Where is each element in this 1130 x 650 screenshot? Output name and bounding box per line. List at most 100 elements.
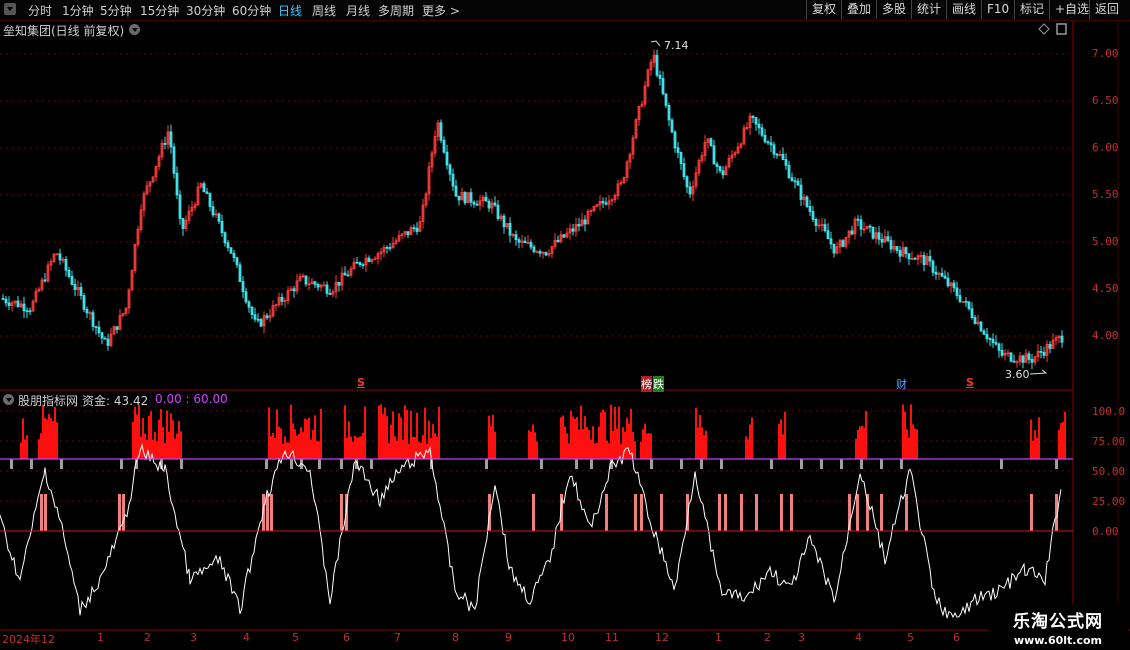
signal-bar bbox=[640, 494, 643, 531]
fund-bar bbox=[618, 406, 620, 459]
candle-body bbox=[823, 224, 827, 232]
fund-bar bbox=[164, 443, 166, 459]
fund-bar bbox=[640, 441, 642, 459]
indicator-axis-label: 25.00 bbox=[1092, 495, 1126, 508]
fund-bar bbox=[1064, 411, 1066, 459]
fund-bar bbox=[616, 428, 618, 459]
fund-bar bbox=[50, 417, 52, 459]
candle-body bbox=[850, 230, 854, 235]
fund-bar bbox=[150, 411, 152, 459]
fund-bar bbox=[908, 437, 910, 459]
candle-body bbox=[958, 295, 962, 302]
fund-bar bbox=[378, 405, 380, 459]
fund-bar bbox=[418, 441, 420, 459]
fund-bar bbox=[272, 432, 274, 459]
candle-body bbox=[361, 264, 365, 267]
fund-bar bbox=[348, 421, 350, 459]
fund-bar bbox=[646, 433, 648, 459]
fund-bar bbox=[136, 414, 138, 459]
candle-body bbox=[367, 257, 371, 263]
price-axis-label: 6.00 bbox=[1092, 141, 1119, 154]
candle-body bbox=[58, 253, 62, 261]
candle-body bbox=[781, 153, 785, 160]
date-label: 1 bbox=[97, 631, 104, 644]
gray-tick-bar bbox=[900, 459, 903, 469]
candle-body bbox=[232, 252, 236, 259]
candle-body bbox=[841, 240, 845, 247]
sell-marker-2[interactable]: S bbox=[966, 376, 974, 389]
price-axis-label: 7.00 bbox=[1092, 47, 1119, 60]
fund-bar bbox=[346, 437, 348, 459]
candlestick-series bbox=[1, 49, 1064, 370]
candle-body bbox=[259, 319, 263, 327]
finance-marker[interactable]: 财 bbox=[896, 376, 907, 392]
candle-body bbox=[571, 228, 575, 232]
candle-body bbox=[439, 122, 443, 141]
fund-bar bbox=[857, 429, 859, 459]
candle-body bbox=[415, 227, 419, 232]
fund-bar bbox=[356, 438, 358, 459]
fund-bar bbox=[410, 410, 412, 459]
candle-body bbox=[940, 272, 944, 277]
candle-body bbox=[793, 180, 797, 183]
gray-tick-bar bbox=[860, 459, 863, 469]
drop-marker[interactable]: 跌 bbox=[653, 376, 664, 392]
candle-body bbox=[904, 247, 908, 255]
candle-body bbox=[985, 333, 989, 339]
candle-body bbox=[22, 303, 26, 312]
signal-bar bbox=[634, 494, 637, 531]
date-label: 9 bbox=[505, 631, 512, 644]
candle-body bbox=[508, 222, 512, 236]
candle-body bbox=[790, 177, 794, 182]
fund-bar bbox=[1060, 423, 1062, 459]
fund-bar bbox=[54, 406, 56, 459]
candle-body bbox=[388, 247, 392, 249]
candle-body bbox=[760, 127, 764, 136]
fund-bar bbox=[380, 404, 382, 459]
price-axis-label: 6.50 bbox=[1092, 94, 1119, 107]
candle-body bbox=[1048, 343, 1052, 349]
date-label: 6 bbox=[343, 631, 350, 644]
candle-body bbox=[583, 219, 587, 225]
candle-body bbox=[226, 242, 230, 249]
fund-bar bbox=[578, 429, 580, 459]
fund-bar bbox=[38, 439, 40, 459]
gray-tick-bar bbox=[720, 459, 723, 469]
candle-body bbox=[787, 164, 791, 179]
fund-bar bbox=[406, 409, 408, 459]
candle-body bbox=[826, 230, 830, 240]
date-label: 8 bbox=[452, 631, 459, 644]
candle-body bbox=[712, 145, 716, 165]
candle-body bbox=[658, 74, 662, 79]
fund-bar bbox=[318, 441, 320, 459]
indicator-dropdown-icon[interactable] bbox=[3, 394, 14, 405]
candle-body bbox=[16, 300, 20, 308]
fund-bar bbox=[490, 426, 492, 459]
gray-tick-bar bbox=[290, 459, 293, 469]
fund-bar bbox=[705, 430, 707, 459]
chart-canvas[interactable] bbox=[0, 0, 1130, 650]
date-label: 7 bbox=[394, 631, 401, 644]
candle-body bbox=[556, 239, 560, 243]
candle-body bbox=[772, 144, 776, 155]
fund-bar bbox=[568, 443, 570, 459]
fund-bar bbox=[749, 424, 751, 459]
fund-bar bbox=[532, 424, 534, 459]
gray-tick-bar bbox=[60, 459, 63, 469]
candle-body bbox=[715, 163, 719, 167]
candle-body bbox=[523, 240, 527, 244]
candle-body bbox=[358, 262, 362, 266]
fund-bar bbox=[784, 411, 786, 459]
fund-bar bbox=[584, 416, 586, 459]
gray-tick-bar bbox=[770, 459, 773, 469]
candle-body bbox=[43, 279, 47, 282]
fund-bar bbox=[626, 417, 628, 459]
fund-bar bbox=[270, 436, 272, 459]
fund-bar bbox=[590, 439, 592, 459]
stock-title-dropdown-icon[interactable] bbox=[129, 24, 140, 35]
candle-body bbox=[871, 226, 875, 239]
candle-body bbox=[205, 191, 209, 194]
sell-marker[interactable]: S bbox=[357, 376, 365, 389]
date-label: 3 bbox=[190, 631, 197, 644]
ranking-marker[interactable]: 榜 bbox=[641, 376, 652, 392]
